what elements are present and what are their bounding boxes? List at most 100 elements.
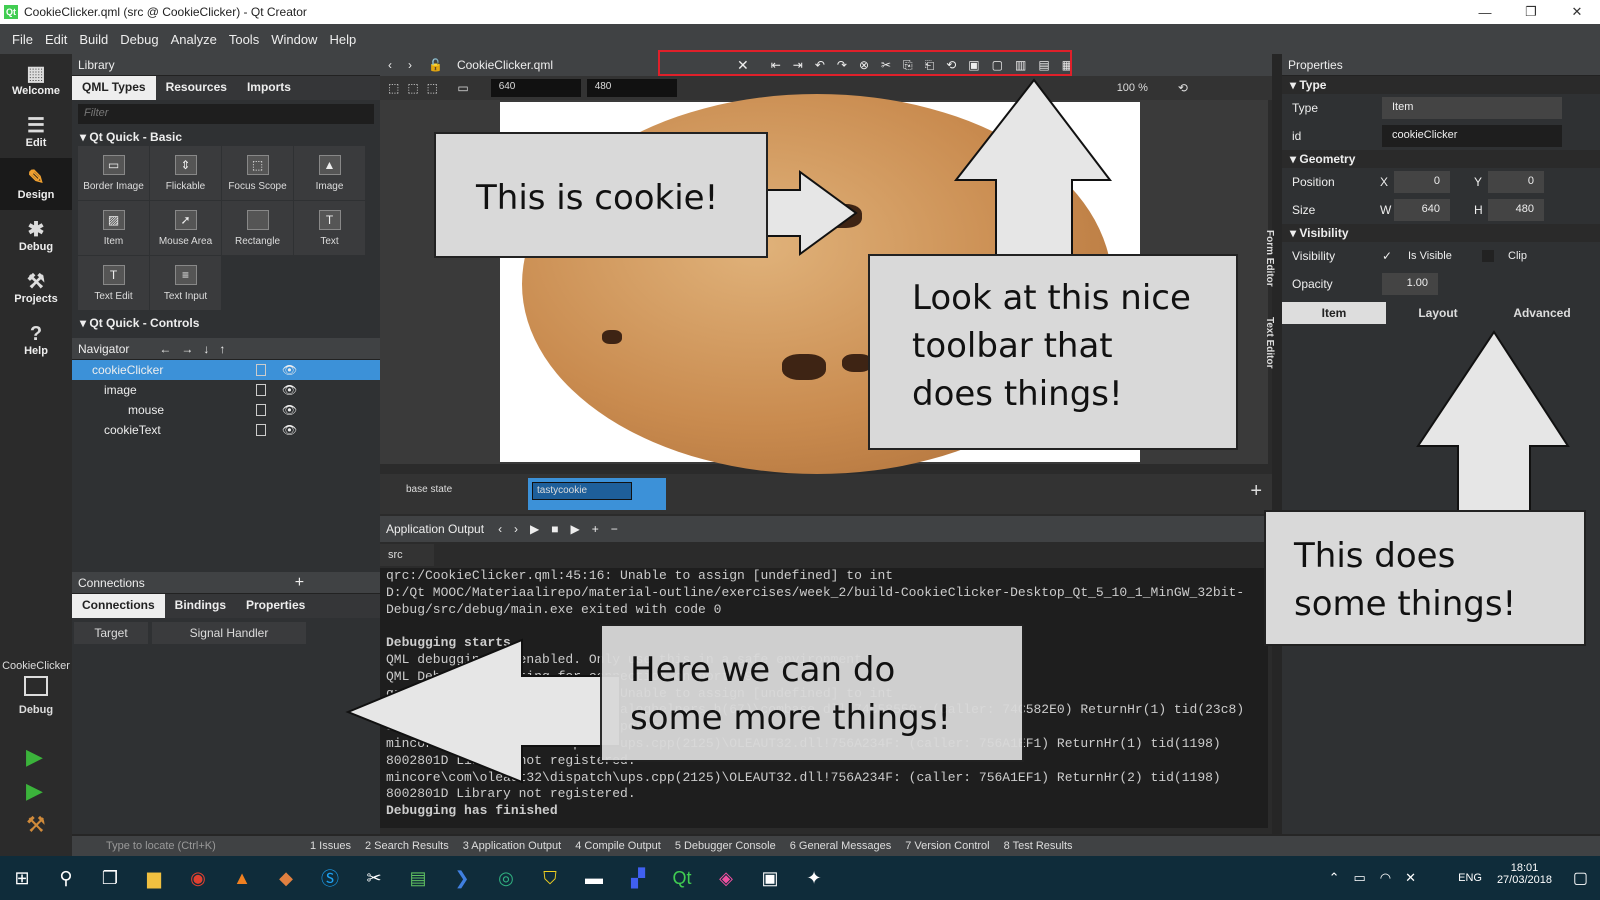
app-icon[interactable]: ◎ <box>484 856 528 900</box>
open-file-name[interactable]: CookieClicker.qml <box>457 58 553 72</box>
app-icon[interactable]: ✦ <box>792 856 836 900</box>
menu-tools[interactable]: Tools <box>229 32 259 47</box>
navigator-arrows-icon[interactable]: ←→↓↑ <box>159 342 235 356</box>
tab-item[interactable]: Item <box>1282 302 1386 324</box>
eye-icon[interactable]: 👁 <box>282 363 297 377</box>
app-icon[interactable]: ▣ <box>748 856 792 900</box>
nav-row-image[interactable]: image 👁 <box>72 380 380 400</box>
tab-resources[interactable]: Resources <box>156 76 237 100</box>
y-spinbox[interactable]: 0 <box>1488 171 1544 193</box>
close-button[interactable]: ✕ <box>1554 0 1600 24</box>
column-target[interactable]: Target <box>74 622 148 644</box>
output-tab-src[interactable]: src <box>380 544 434 566</box>
section-type[interactable]: ▾ Type <box>1282 76 1600 94</box>
lib-item-rectangle[interactable]: Rectangle <box>222 201 293 255</box>
back-icon[interactable]: ‹ <box>388 58 392 72</box>
tab-properties[interactable]: Properties <box>236 594 315 618</box>
menu-build[interactable]: Build <box>79 32 108 47</box>
forward-icon[interactable]: › <box>408 58 412 72</box>
run-icon[interactable]: ▶ <box>26 744 43 770</box>
mode-projects[interactable]: ⚒ Projects <box>0 262 72 314</box>
snipping-icon[interactable]: ✂ <box>352 856 396 900</box>
menu-analyze[interactable]: Analyze <box>171 32 217 47</box>
locate-input[interactable]: Type to locate (Ctrl+K) <box>106 840 296 852</box>
nav-row-cookietext[interactable]: cookieText 👁 <box>72 420 380 440</box>
pane-search-results[interactable]: 2 Search Results <box>365 840 449 852</box>
app-icon[interactable]: ◆ <box>264 856 308 900</box>
state-tastycookie[interactable]: tastycookie <box>528 478 666 510</box>
export-icon[interactable] <box>256 424 266 436</box>
width-field[interactable]: 640 <box>490 79 581 97</box>
id-field[interactable]: cookieClicker <box>1382 125 1562 147</box>
vlc-icon[interactable]: ▲ <box>220 856 264 900</box>
notifications-icon[interactable]: ▢ <box>1573 868 1588 888</box>
add-state-icon[interactable]: + <box>1250 480 1262 503</box>
lib-item-item[interactable]: ▨ Item <box>78 201 149 255</box>
menu-debug[interactable]: Debug <box>120 32 158 47</box>
monitor-icon[interactable] <box>24 676 48 696</box>
type-field[interactable]: Item <box>1382 97 1562 119</box>
lib-item-image[interactable]: ▲ Image <box>294 146 365 200</box>
pane-general-messages[interactable]: 6 General Messages <box>790 840 892 852</box>
clip-checkbox[interactable] <box>1482 250 1494 262</box>
export-icon[interactable] <box>256 404 266 416</box>
height-field[interactable]: 480 <box>586 79 677 97</box>
column-signal-handler[interactable]: Signal Handler <box>152 622 306 644</box>
height-spinbox[interactable]: 480 <box>1488 199 1544 221</box>
lib-item-text-input[interactable]: ≡ Text Input <box>150 256 221 310</box>
section-visibility[interactable]: ▾ Visibility <box>1282 224 1600 242</box>
tab-connections[interactable]: Connections <box>72 594 165 618</box>
mode-help[interactable]: ? Help <box>0 314 72 366</box>
state-name-field[interactable]: tastycookie <box>532 482 632 500</box>
pane-version-control[interactable]: 7 Version Control <box>905 840 989 852</box>
powershell-icon[interactable]: ❯ <box>440 856 484 900</box>
lib-item-flickable[interactable]: ⇕ Flickable <box>150 146 221 200</box>
app-icon[interactable]: ◈ <box>704 856 748 900</box>
mode-debug[interactable]: ✱ Debug <box>0 210 72 262</box>
reset-view-icon[interactable]: ⟲ <box>1178 81 1188 95</box>
visible-checkbox[interactable]: ✓ <box>1382 249 1392 263</box>
file-explorer-icon[interactable]: ▆ <box>132 856 176 900</box>
menu-edit[interactable]: Edit <box>45 32 67 47</box>
clock[interactable]: 18:01 27/03/2018 <box>1497 862 1552 886</box>
lib-item-focus-scope[interactable]: ⬚ Focus Scope <box>222 146 293 200</box>
mode-design[interactable]: ✎ Design <box>0 158 72 210</box>
maximize-button[interactable]: ❐ <box>1508 0 1554 24</box>
base-state[interactable]: base state <box>406 484 452 495</box>
lib-item-text-edit[interactable]: T Text Edit <box>78 256 149 310</box>
qt-creator-icon[interactable]: Qt <box>660 856 704 900</box>
tab-layout[interactable]: Layout <box>1386 302 1490 324</box>
skype-icon[interactable]: Ⓢ <box>308 856 352 900</box>
task-view-icon[interactable]: ❐ <box>88 856 132 900</box>
tab-bindings[interactable]: Bindings <box>165 594 236 618</box>
tab-advanced[interactable]: Advanced <box>1490 302 1594 324</box>
section-geometry[interactable]: ▾ Geometry <box>1282 150 1600 168</box>
export-icon[interactable] <box>256 364 266 376</box>
x-spinbox[interactable]: 0 <box>1394 171 1450 193</box>
library-filter-input[interactable]: Filter <box>78 104 374 124</box>
zoom-level[interactable]: 100 % <box>1117 82 1148 94</box>
export-icon[interactable] <box>256 384 266 396</box>
lib-item-mouse-area[interactable]: ➚ Mouse Area <box>150 201 221 255</box>
output-controls-icon[interactable]: ‹›▶■▶+− <box>498 522 630 536</box>
pane-debugger-console[interactable]: 5 Debugger Console <box>675 840 776 852</box>
shield-icon[interactable]: ⛉ <box>528 856 572 900</box>
eye-icon[interactable]: 👁 <box>282 423 297 437</box>
pane-application-output[interactable]: 3 Application Output <box>463 840 561 852</box>
form-editor-tab[interactable]: Form Editor <box>1264 230 1275 287</box>
pane-issues[interactable]: 1 Issues <box>310 840 351 852</box>
pane-compile-output[interactable]: 4 Compile Output <box>575 840 661 852</box>
nav-row-mouse[interactable]: mouse 👁 <box>72 400 380 420</box>
mode-edit[interactable]: ☰ Edit <box>0 106 72 158</box>
minimize-button[interactable]: — <box>1462 0 1508 24</box>
menu-help[interactable]: Help <box>329 32 356 47</box>
mode-welcome[interactable]: ▦ Welcome <box>0 54 72 106</box>
width-spinbox[interactable]: 640 <box>1394 199 1450 221</box>
menu-file[interactable]: File <box>12 32 33 47</box>
menu-window[interactable]: Window <box>271 32 317 47</box>
section-qt-quick-basic[interactable]: ▾ Qt Quick - Basic <box>72 128 380 146</box>
canvas-tools-icon[interactable]: ⬚⬚⬚ ▭ <box>388 81 477 95</box>
tab-qml-types[interactable]: QML Types <box>72 76 156 100</box>
lib-item-border-image[interactable]: ▭ Border Image <box>78 146 149 200</box>
chrome-icon[interactable]: ◉ <box>176 856 220 900</box>
